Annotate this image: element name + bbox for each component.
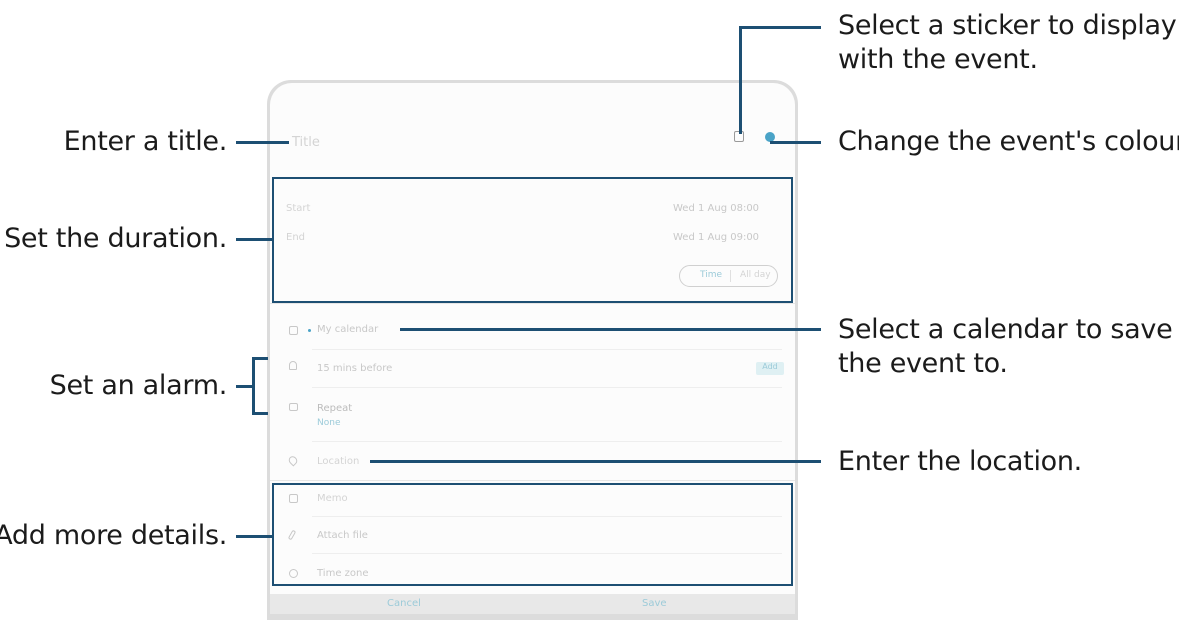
sticker-callout: Select a sticker to display with the eve… bbox=[838, 10, 1177, 75]
details-highlight bbox=[272, 483, 793, 586]
alarm-callout: Set an alarm. bbox=[49, 370, 228, 401]
alarm-value[interactable]: 15 mins before bbox=[317, 363, 392, 374]
alarm-add-button[interactable]: Add bbox=[756, 362, 784, 375]
repeat-label: Repeat bbox=[317, 403, 353, 414]
save-button[interactable]: Save bbox=[642, 598, 667, 609]
location-pin-icon bbox=[286, 454, 300, 467]
details-callout: Add more details. bbox=[0, 520, 227, 551]
calendar-icon bbox=[289, 326, 298, 335]
calendar-value[interactable]: My calendar bbox=[317, 324, 378, 335]
duration-highlight bbox=[272, 177, 793, 303]
location-input[interactable]: Location bbox=[317, 456, 359, 467]
cancel-button[interactable]: Cancel bbox=[387, 598, 421, 609]
calendar-colour-dot bbox=[308, 329, 311, 332]
location-callout: Enter the location. bbox=[838, 446, 1082, 477]
title-input[interactable]: Title bbox=[292, 135, 320, 150]
repeat-icon bbox=[289, 403, 298, 411]
colour-callout: Change the event's colour. bbox=[838, 126, 1179, 157]
calendar-callout: Select a calendar to save the event to. bbox=[838, 314, 1173, 379]
bell-icon bbox=[289, 361, 297, 370]
duration-callout: Set the duration. bbox=[4, 223, 227, 254]
title-callout: Enter a title. bbox=[63, 126, 228, 157]
bottom-bar: Cancel Save bbox=[270, 594, 795, 614]
repeat-value[interactable]: None bbox=[317, 418, 340, 428]
